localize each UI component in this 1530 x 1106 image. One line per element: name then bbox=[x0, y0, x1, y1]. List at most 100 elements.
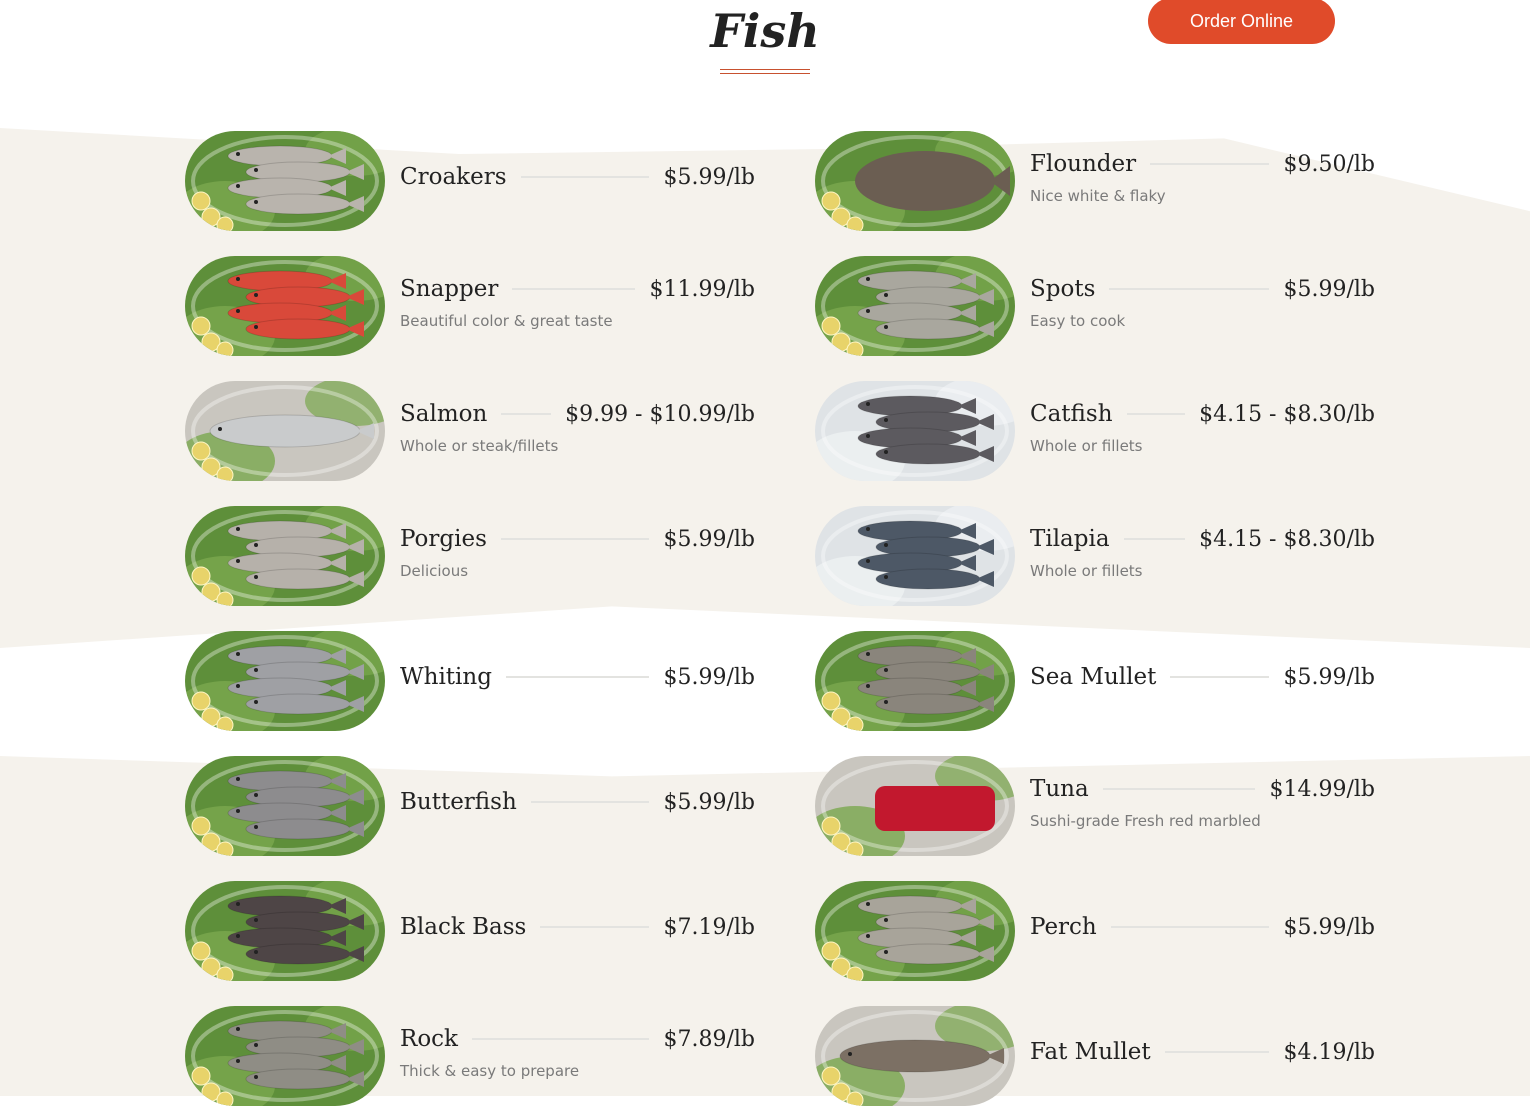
leader-line bbox=[1109, 288, 1270, 290]
leader-line bbox=[1110, 926, 1270, 928]
menu-item-header: Butterfish $5.99/lb bbox=[400, 784, 755, 820]
menu-item-header: Catfish $4.15 - $8.30/lb bbox=[1030, 396, 1375, 432]
menu-item-header: Perch $5.99/lb bbox=[1030, 909, 1375, 945]
menu-item-price: $7.19/lb bbox=[663, 914, 755, 940]
leader-line bbox=[1123, 538, 1186, 540]
menu-item-name: Sea Mullet bbox=[1030, 664, 1157, 690]
menu-item-description: Sushi-grade Fresh red marbled bbox=[1030, 812, 1261, 830]
menu-item-info: Flounder $9.50/lb Nice white & flaky bbox=[1030, 131, 1375, 231]
menu-item-header: Salmon $9.99 - $10.99/lb bbox=[400, 396, 755, 432]
menu-item-description: Beautiful color & great taste bbox=[400, 312, 613, 330]
menu-item-info: Salmon $9.99 - $10.99/lb Whole or steak/fi… bbox=[400, 381, 755, 481]
menu-item: Porgies $5.99/lb Delicious bbox=[185, 506, 755, 606]
menu-item-price: $9.99 - $10.99/lb bbox=[565, 401, 755, 427]
menu-item-price: $4.15 - $8.30/lb bbox=[1199, 401, 1375, 427]
menu-item-price: $5.99/lb bbox=[1283, 914, 1375, 940]
menu-item-header: Snapper $11.99/lb bbox=[400, 271, 755, 307]
menu-item-price: $5.99/lb bbox=[663, 789, 755, 815]
menu-item-info: Porgies $5.99/lb Delicious bbox=[400, 506, 755, 606]
menu-item: Black Bass $7.19/lb bbox=[185, 881, 755, 981]
menu-item: Tuna $14.99/lb Sushi-grade Fresh red marbl… bbox=[815, 756, 1375, 856]
leader-line bbox=[1126, 413, 1186, 415]
menu-item-price: $4.19/lb bbox=[1283, 1039, 1375, 1065]
menu-item: Sea Mullet $5.99/lb bbox=[815, 631, 1375, 731]
menu-item: Flounder $9.50/lb Nice white & flaky bbox=[815, 131, 1375, 231]
menu-item-header: Croakers $5.99/lb bbox=[400, 159, 755, 195]
menu-item: Whiting $5.99/lb bbox=[185, 631, 755, 731]
menu-item-info: Black Bass $7.19/lb bbox=[400, 881, 755, 981]
menu-item-header: Tilapia $4.15 - $8.30/lb bbox=[1030, 521, 1375, 557]
menu-item-name: Black Bass bbox=[400, 914, 527, 940]
menu-item-info: Croakers $5.99/lb bbox=[400, 131, 755, 231]
menu-item: Fat Mullet $4.19/lb bbox=[815, 1006, 1375, 1106]
fish-photo bbox=[185, 756, 385, 856]
menu-item-header: Whiting $5.99/lb bbox=[400, 659, 755, 695]
fish-photo bbox=[185, 881, 385, 981]
menu-item-name: Perch bbox=[1030, 914, 1097, 940]
order-online-button[interactable]: Order Online bbox=[1148, 0, 1335, 44]
fish-photo bbox=[815, 506, 1015, 606]
menu-item-header: Tuna $14.99/lb bbox=[1030, 771, 1375, 807]
menu-item-price: $5.99/lb bbox=[663, 164, 755, 190]
menu-item-header: Fat Mullet $4.19/lb bbox=[1030, 1034, 1375, 1070]
menu-item-name: Porgies bbox=[400, 526, 487, 552]
menu-item-description: Whole or fillets bbox=[1030, 437, 1143, 455]
fish-photo bbox=[185, 131, 385, 231]
menu-item-description: Thick & easy to prepare bbox=[400, 1062, 580, 1080]
leader-line bbox=[1170, 676, 1270, 678]
fish-photo bbox=[815, 381, 1015, 481]
leader-line bbox=[530, 801, 650, 803]
menu-item-header: Flounder $9.50/lb bbox=[1030, 146, 1375, 182]
leader-line bbox=[540, 926, 650, 928]
menu-item-name: Tuna bbox=[1030, 776, 1089, 802]
fish-photo bbox=[185, 256, 385, 356]
fish-photo bbox=[815, 1006, 1015, 1106]
fish-photo bbox=[185, 506, 385, 606]
menu-item-price: $5.99/lb bbox=[663, 664, 755, 690]
menu-item-name: Spots bbox=[1030, 276, 1096, 302]
menu-item-name: Whiting bbox=[400, 664, 492, 690]
menu-item-info: Catfish $4.15 - $8.30/lb Whole or fillets bbox=[1030, 381, 1375, 481]
fish-photo bbox=[185, 631, 385, 731]
menu-item: Spots $5.99/lb Easy to cook bbox=[815, 256, 1375, 356]
fish-photo bbox=[815, 756, 1015, 856]
leader-line bbox=[1150, 163, 1270, 165]
menu-item-info: Rock $7.89/lb Thick & easy to prepare bbox=[400, 1006, 755, 1106]
leader-line bbox=[520, 176, 650, 178]
menu-item-header: Rock $7.89/lb bbox=[400, 1021, 755, 1057]
menu-item-header: Porgies $5.99/lb bbox=[400, 521, 755, 557]
menu-item-description: Easy to cook bbox=[1030, 312, 1126, 330]
menu-item: Perch $5.99/lb bbox=[815, 881, 1375, 981]
menu-item-info: Tuna $14.99/lb Sushi-grade Fresh red marbl… bbox=[1030, 756, 1375, 856]
menu-item-price: $14.99/lb bbox=[1269, 776, 1375, 802]
menu-item-description: Delicious bbox=[400, 562, 469, 580]
menu-item-description: Whole or fillets bbox=[1030, 562, 1143, 580]
menu-item-info: Fat Mullet $4.19/lb bbox=[1030, 1006, 1375, 1106]
fish-photo bbox=[815, 631, 1015, 731]
menu-item-info: Tilapia $4.15 - $8.30/lb Whole or fillets bbox=[1030, 506, 1375, 606]
menu-item-info: Spots $5.99/lb Easy to cook bbox=[1030, 256, 1375, 356]
menu-item-name: Butterfish bbox=[400, 789, 517, 815]
menu-item-info: Perch $5.99/lb bbox=[1030, 881, 1375, 981]
leader-line bbox=[512, 288, 636, 290]
menu-item-name: Catfish bbox=[1030, 401, 1113, 427]
fish-photo bbox=[815, 881, 1015, 981]
menu-item-name: Salmon bbox=[400, 401, 488, 427]
menu-item-info: Whiting $5.99/lb bbox=[400, 631, 755, 731]
menu-item-header: Black Bass $7.19/lb bbox=[400, 909, 755, 945]
menu-item-info: Butterfish $5.99/lb bbox=[400, 756, 755, 856]
menu-item-info: Sea Mullet $5.99/lb bbox=[1030, 631, 1375, 731]
menu-item-price: $7.89/lb bbox=[663, 1026, 755, 1052]
leader-line bbox=[471, 1038, 650, 1040]
menu-item-price: $5.99/lb bbox=[1283, 664, 1375, 690]
fish-photo bbox=[185, 381, 385, 481]
menu-item-name: Tilapia bbox=[1030, 526, 1110, 552]
menu-item: Butterfish $5.99/lb bbox=[185, 756, 755, 856]
menu-item-price: $5.99/lb bbox=[1283, 276, 1375, 302]
menu-item-header: Sea Mullet $5.99/lb bbox=[1030, 659, 1375, 695]
menu-item-name: Croakers bbox=[400, 164, 507, 190]
leader-line bbox=[501, 413, 552, 415]
menu-item: Catfish $4.15 - $8.30/lb Whole or fillets bbox=[815, 381, 1375, 481]
menu-item-price: $4.15 - $8.30/lb bbox=[1199, 526, 1375, 552]
menu-item-name: Snapper bbox=[400, 276, 499, 302]
